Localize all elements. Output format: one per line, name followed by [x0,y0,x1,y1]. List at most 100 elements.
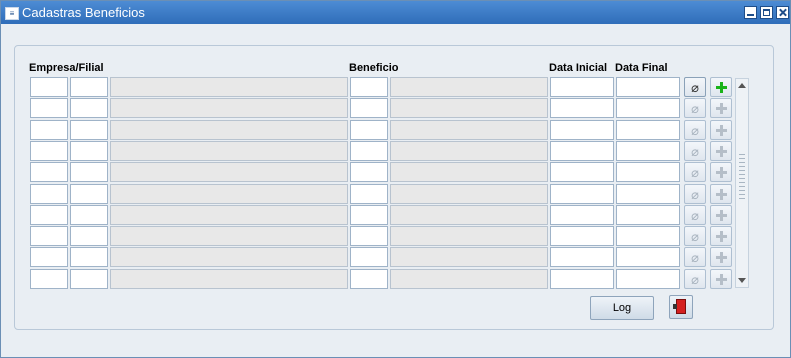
add-row-button[interactable] [710,247,732,268]
paperclip-icon[interactable]: ⌀ [684,226,706,247]
filial-field[interactable] [70,98,108,119]
oracle-forms-icon: ≡ [5,7,19,20]
data-final-field[interactable] [616,226,680,247]
beneficio-nome-field [390,77,548,97]
table-row: ⌀ [0,98,760,119]
beneficio-field[interactable] [350,77,388,97]
beneficio-field[interactable] [350,247,388,268]
beneficio-field[interactable] [350,98,388,119]
beneficio-field[interactable] [350,183,388,204]
add-row-button[interactable] [710,77,732,97]
add-row-button[interactable] [710,119,732,140]
header-beneficio: Beneficio [349,62,399,74]
scroll-grip[interactable] [739,151,745,201]
data-final-field[interactable] [616,183,680,204]
data-inicial-field[interactable] [550,204,614,225]
empresa-field[interactable] [30,247,68,268]
empresa-field[interactable] [30,183,68,204]
empresa-field[interactable] [30,226,68,247]
data-inicial-field[interactable] [550,162,614,183]
empresa-nome-field [110,268,348,289]
filial-field[interactable] [70,268,108,289]
add-row-button[interactable] [710,183,732,204]
empresa-field[interactable] [30,119,68,140]
add-row-button[interactable] [710,140,732,161]
filial-field[interactable] [70,119,108,140]
paperclip-icon[interactable]: ⌀ [684,183,706,204]
paperclip-icon[interactable]: ⌀ [684,98,706,119]
data-inicial-field[interactable] [550,247,614,268]
data-inicial-field[interactable] [550,268,614,289]
data-inicial-field[interactable] [550,98,614,119]
data-inicial-field[interactable] [550,77,614,97]
empresa-field[interactable] [30,268,68,289]
table-row: ⌀ [0,226,760,247]
paperclip-icon[interactable]: ⌀ [684,77,706,97]
filial-field[interactable] [70,77,108,97]
add-row-button[interactable] [710,268,732,289]
table-row: ⌀ [0,204,760,226]
data-final-field[interactable] [616,119,680,140]
plus-icon [720,103,723,115]
empresa-field[interactable] [30,162,68,183]
paperclip-icon[interactable]: ⌀ [684,247,706,268]
beneficio-nome-field [390,268,548,289]
paperclip-icon[interactable]: ⌀ [684,162,706,183]
beneficio-field[interactable] [350,162,388,183]
empresa-nome-field [110,183,348,204]
close-icon[interactable] [776,6,789,19]
title-bar: ≡ Cadastras Beneficios [1,1,790,24]
empresa-field[interactable] [30,98,68,119]
filial-field[interactable] [70,183,108,204]
beneficio-field[interactable] [350,226,388,247]
data-inicial-field[interactable] [550,119,614,140]
empresa-nome-field [110,162,348,183]
paperclip-icon[interactable]: ⌀ [684,119,706,140]
maximize-icon[interactable] [760,6,773,19]
data-final-field[interactable] [616,204,680,225]
add-row-button[interactable] [710,226,732,247]
exit-button[interactable] [669,295,693,319]
empresa-nome-field [110,119,348,140]
beneficio-field[interactable] [350,268,388,289]
data-final-field[interactable] [616,247,680,268]
data-inicial-field[interactable] [550,140,614,161]
paperclip-icon[interactable]: ⌀ [684,204,706,225]
beneficio-nome-field [390,98,548,119]
empresa-field[interactable] [30,77,68,97]
add-row-button[interactable] [710,204,732,225]
empresa-field[interactable] [30,204,68,225]
plus-icon [720,273,723,285]
table-row: ⌀ [0,119,760,141]
empresa-field[interactable] [30,140,68,161]
table-row: ⌀ [0,247,760,268]
filial-field[interactable] [70,162,108,183]
data-final-field[interactable] [616,98,680,119]
table-row: ⌀ [0,77,760,98]
beneficio-field[interactable] [350,119,388,140]
data-inicial-field[interactable] [550,226,614,247]
data-inicial-field[interactable] [550,183,614,204]
filial-field[interactable] [70,247,108,268]
scroll-up-icon[interactable] [738,83,746,88]
log-button[interactable]: Log [590,296,654,320]
filial-field[interactable] [70,226,108,247]
data-final-field[interactable] [616,268,680,289]
data-final-field[interactable] [616,162,680,183]
add-row-button[interactable] [710,162,732,183]
paperclip-icon[interactable]: ⌀ [684,140,706,161]
data-final-field[interactable] [616,77,680,97]
plus-icon [720,209,723,221]
scroll-down-icon[interactable] [738,278,746,283]
beneficio-field[interactable] [350,204,388,225]
paperclip-icon[interactable]: ⌀ [684,268,706,289]
data-final-field[interactable] [616,140,680,161]
empresa-nome-field [110,140,348,161]
minimize-icon[interactable] [744,6,757,19]
add-row-button[interactable] [710,98,732,119]
filial-field[interactable] [70,140,108,161]
filial-field[interactable] [70,204,108,225]
table-row: ⌀ [0,140,760,162]
beneficio-field[interactable] [350,140,388,161]
vertical-scrollbar[interactable] [735,78,749,288]
